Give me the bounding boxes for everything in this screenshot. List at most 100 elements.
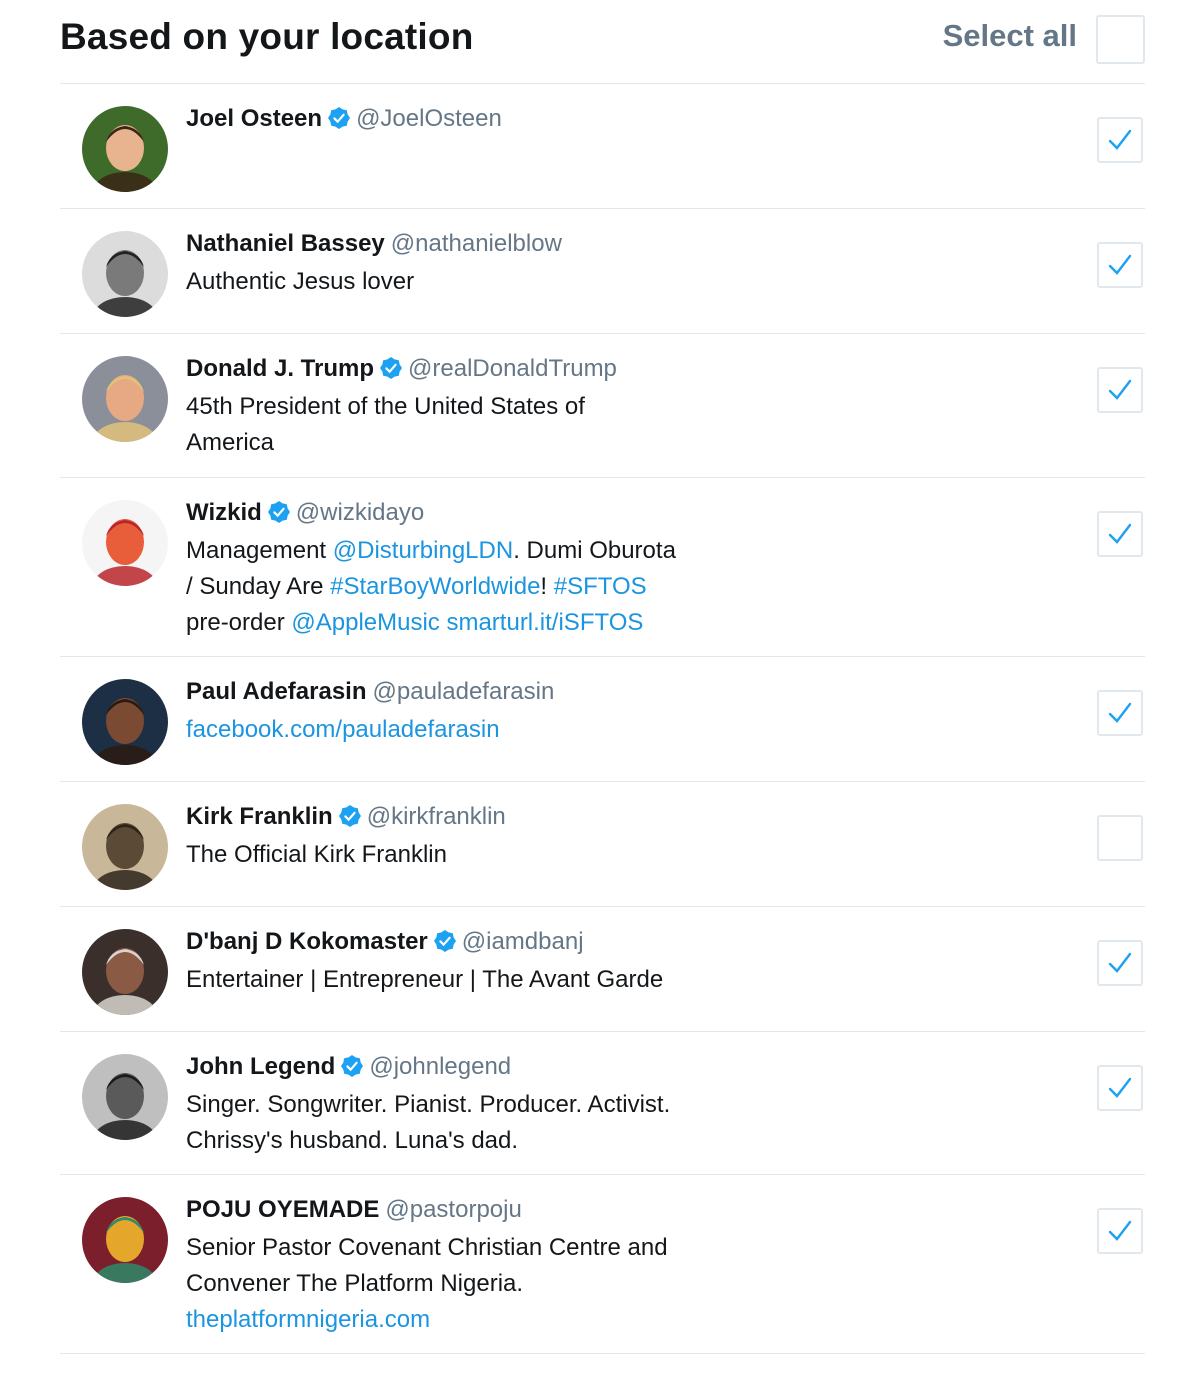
follow-checkbox[interactable] xyxy=(1097,690,1143,736)
account-name[interactable]: POJU OYEMADE xyxy=(186,1196,379,1223)
account-bio: Senior Pastor Covenant Christian Centre … xyxy=(186,1230,746,1338)
name-line: Nathaniel Bassey @nathanielblow xyxy=(186,228,746,260)
account-name[interactable]: John Legend xyxy=(186,1053,335,1080)
follow-checkbox[interactable] xyxy=(1097,242,1143,288)
bio-link[interactable]: smarturl.it/iSFTOS xyxy=(446,609,643,636)
account-info: Nathaniel Bassey @nathanielblow Authentic … xyxy=(186,228,746,300)
bio-link[interactable]: theplatformnigeria.com xyxy=(186,1306,430,1333)
bio-line: pre-order @AppleMusic smarturl.it/iSFTOS xyxy=(186,605,746,641)
bio-link[interactable]: #SFTOS xyxy=(554,573,647,600)
account-row[interactable]: Wizkid @wizkidayo Management @DisturbingLD… xyxy=(60,478,1145,657)
account-bio: Authentic Jesus lover xyxy=(186,264,746,300)
bio-text: Singer. Songwriter. Pianist. Producer. A… xyxy=(186,1091,671,1118)
avatar[interactable] xyxy=(82,804,168,890)
follow-checkbox[interactable] xyxy=(1097,117,1143,163)
account-info: D'banj D Kokomaster @iamdbanj Entertainer … xyxy=(186,926,746,998)
avatar[interactable] xyxy=(82,679,168,765)
avatar[interactable] xyxy=(82,929,168,1015)
account-row[interactable]: Nathaniel Bassey @nathanielblow Authentic … xyxy=(60,209,1145,334)
bio-text: Authentic Jesus lover xyxy=(186,268,415,295)
name-line: Kirk Franklin @kirkfranklin xyxy=(186,801,746,833)
account-handle[interactable]: @pauladefarasin xyxy=(373,678,555,705)
account-handle[interactable]: @wizkidayo xyxy=(296,499,424,526)
account-info: Joel Osteen @JoelOsteen xyxy=(186,103,746,135)
checkmark-icon xyxy=(1108,1220,1132,1241)
bio-link[interactable]: facebook.com/pauladefarasin xyxy=(186,716,500,743)
follow-checkbox[interactable] xyxy=(1097,367,1143,413)
select-all-checkbox[interactable] xyxy=(1096,15,1145,64)
account-name[interactable]: Wizkid xyxy=(186,499,262,526)
checkmark-icon xyxy=(1108,254,1132,275)
name-line: Wizkid @wizkidayo xyxy=(186,497,746,529)
name-line: Paul Adefarasin @pauladefarasin xyxy=(186,676,746,708)
bio-line: Convener The Platform Nigeria. xyxy=(186,1266,746,1302)
account-handle[interactable]: @kirkfranklin xyxy=(367,803,506,830)
account-name[interactable]: Nathaniel Bassey xyxy=(186,230,385,257)
account-name[interactable]: D'banj D Kokomaster xyxy=(186,928,428,955)
account-info: POJU OYEMADE @pastorpoju Senior Pastor Cov… xyxy=(186,1194,746,1338)
avatar[interactable] xyxy=(82,231,168,317)
checkmark-icon xyxy=(1108,523,1132,544)
bio-text: The Official Kirk Franklin xyxy=(186,841,447,868)
bio-text: . Dumi Oburota xyxy=(513,537,676,564)
checkmark-icon xyxy=(1108,379,1132,400)
bio-text: 45th President of the United States of xyxy=(186,393,585,420)
bio-line: Authentic Jesus lover xyxy=(186,264,746,300)
avatar[interactable] xyxy=(82,356,168,442)
name-line: Joel Osteen @JoelOsteen xyxy=(186,103,746,135)
bio-text: ! xyxy=(540,573,554,600)
account-row[interactable]: Kirk Franklin @kirkfranklin The Official K… xyxy=(60,782,1145,907)
account-bio: Singer. Songwriter. Pianist. Producer. A… xyxy=(186,1087,746,1159)
verified-badge-icon xyxy=(338,805,361,827)
bio-text: pre-order xyxy=(186,609,292,636)
follow-checkbox[interactable] xyxy=(1097,1065,1143,1111)
account-bio: The Official Kirk Franklin xyxy=(186,837,746,873)
verified-badge-icon xyxy=(267,501,290,523)
bio-link[interactable]: @DisturbingLDN xyxy=(333,537,513,564)
account-bio: facebook.com/pauladefarasin xyxy=(186,712,746,748)
account-name[interactable]: Donald J. Trump xyxy=(186,355,374,382)
account-handle[interactable]: @realDonaldTrump xyxy=(408,355,617,382)
account-handle[interactable]: @JoelOsteen xyxy=(356,105,502,132)
account-bio: 45th President of the United States of Am… xyxy=(186,389,746,461)
follow-checkbox[interactable] xyxy=(1097,815,1143,861)
account-name[interactable]: Joel Osteen xyxy=(186,105,322,132)
bio-link[interactable]: #StarBoyWorldwide xyxy=(330,573,540,600)
verified-badge-icon xyxy=(380,357,403,379)
account-info: Donald J. Trump @realDonaldTrump 45th Pres… xyxy=(186,353,746,461)
select-all-label[interactable]: Select all xyxy=(943,18,1077,54)
avatar[interactable] xyxy=(82,1054,168,1140)
account-row[interactable]: Joel Osteen @JoelOsteen xyxy=(60,84,1145,209)
bio-text: Entertainer | Entrepreneur | The Avant G… xyxy=(186,966,664,993)
account-handle[interactable]: @pastorpoju xyxy=(385,1196,521,1223)
bio-link[interactable]: @AppleMusic xyxy=(291,609,439,636)
avatar[interactable] xyxy=(82,500,168,586)
account-name[interactable]: Kirk Franklin xyxy=(186,803,333,830)
follow-checkbox[interactable] xyxy=(1097,940,1143,986)
account-bio: Entertainer | Entrepreneur | The Avant G… xyxy=(186,962,746,998)
checkmark-icon xyxy=(1108,702,1132,723)
account-handle[interactable]: @iamdbanj xyxy=(462,928,584,955)
section-title: Based on your location xyxy=(60,16,474,57)
bio-line: 45th President of the United States of xyxy=(186,389,746,425)
checkmark-icon xyxy=(1108,1077,1132,1098)
account-handle[interactable]: @johnlegend xyxy=(369,1053,511,1080)
follow-checkbox[interactable] xyxy=(1097,1208,1143,1254)
follow-checkbox[interactable] xyxy=(1097,511,1143,557)
account-list: Joel Osteen @JoelOsteen Nathaniel Bassey @n… xyxy=(60,84,1145,1354)
bio-line: The Official Kirk Franklin xyxy=(186,837,746,873)
avatar[interactable] xyxy=(82,1197,168,1283)
account-name[interactable]: Paul Adefarasin xyxy=(186,678,367,705)
account-row[interactable]: D'banj D Kokomaster @iamdbanj Entertainer … xyxy=(60,907,1145,1032)
account-row[interactable]: Paul Adefarasin @pauladefarasin facebook.c… xyxy=(60,657,1145,782)
bio-line: theplatformnigeria.com xyxy=(186,1302,746,1338)
account-handle[interactable]: @nathanielblow xyxy=(391,230,562,257)
name-line: D'banj D Kokomaster @iamdbanj xyxy=(186,926,746,958)
who-to-follow-panel: Based on your location Select all Joel O… xyxy=(0,0,1200,1374)
bio-line: Chrissy's husband. Luna's dad. xyxy=(186,1123,746,1159)
account-row[interactable]: John Legend @johnlegend Singer. Songwriter… xyxy=(60,1032,1145,1175)
name-line: John Legend @johnlegend xyxy=(186,1051,746,1083)
avatar[interactable] xyxy=(82,106,168,192)
account-row[interactable]: POJU OYEMADE @pastorpoju Senior Pastor Cov… xyxy=(60,1175,1145,1354)
account-row[interactable]: Donald J. Trump @realDonaldTrump 45th Pres… xyxy=(60,334,1145,478)
